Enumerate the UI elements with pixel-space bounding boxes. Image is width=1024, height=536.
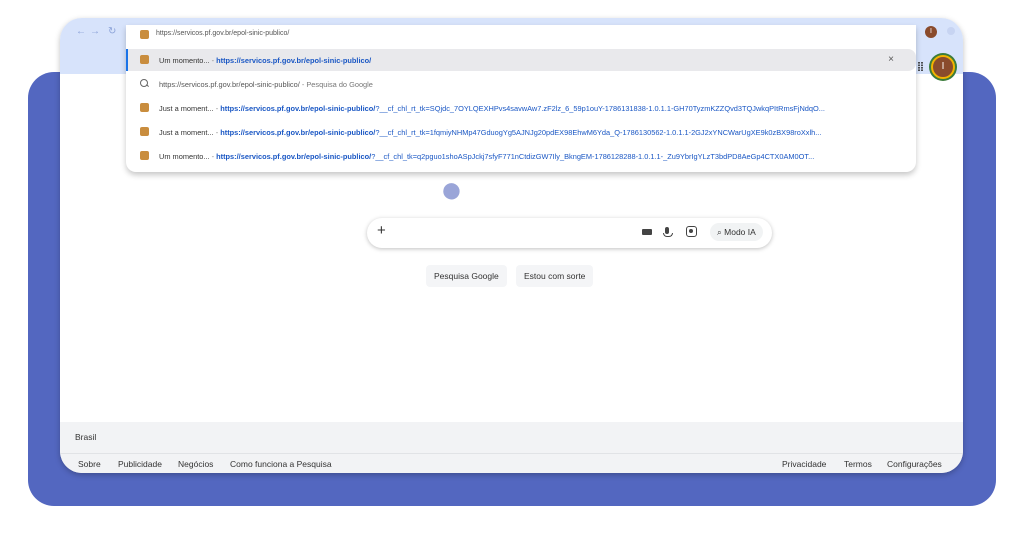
lucky-button[interactable]: Estou com sorte [516, 265, 594, 287]
profile-avatar[interactable]: I [931, 55, 955, 79]
ai-mode-label: Modo IA [724, 227, 756, 237]
remove-suggestion-icon[interactable]: × [888, 54, 894, 65]
back-icon[interactable]: ← [76, 26, 86, 37]
google-search-button[interactable]: Pesquisa Google [426, 265, 507, 287]
logo-fragment: ● [440, 169, 483, 211]
footer-link-advertising[interactable]: Publicidade [118, 459, 162, 469]
suggestion-source: Pesquisa do Google [306, 80, 373, 89]
reload-icon[interactable]: ↻ [108, 26, 116, 37]
window-control-icon[interactable] [947, 27, 955, 35]
suggestion-title: Um momento... [159, 56, 210, 65]
suggestion-separator: - [211, 152, 215, 161]
search-icon [140, 79, 148, 87]
apps-grid-icon[interactable]: ⁞⁞ [917, 60, 924, 74]
footer-link-settings[interactable]: Configurações [887, 459, 942, 469]
site-favicon-icon [140, 127, 149, 136]
suggestion-title: Just a moment... [159, 104, 214, 113]
suggestion-url: https://servicos.pf.gov.br/epol-sinic-pu… [216, 152, 372, 161]
mic-icon[interactable] [663, 227, 673, 237]
suggestion-separator: - [215, 128, 219, 137]
suggestion-separator: - [215, 104, 219, 113]
suggestion-url: https://servicos.pf.gov.br/epol-sinic-pu… [220, 104, 376, 113]
sparkle-search-icon: ⌕ [717, 227, 722, 237]
profile-avatar-small[interactable]: I [925, 26, 937, 38]
suggestion-row[interactable]: Just a moment... - https://servicos.pf.g… [126, 121, 916, 143]
suggestion-query: ?__cf_chl_tk=q2pguo1shoASpJckj7sfyF771nC… [371, 152, 815, 161]
suggestion-separator: - [211, 56, 215, 65]
site-favicon-icon [140, 30, 149, 39]
footer-link-terms[interactable]: Termos [844, 459, 872, 469]
site-favicon-icon [140, 55, 149, 64]
omnibox-dropdown: https://servicos.pf.gov.br/epol-sinic-pu… [126, 25, 916, 172]
footer-country-bar: Brasil [60, 422, 963, 454]
country-label: Brasil [75, 432, 97, 442]
suggestion-title: Um momento... [159, 152, 210, 161]
suggestion-title: https://servicos.pf.gov.br/epol-sinic-pu… [159, 80, 300, 89]
suggestion-query: ?__cf_chl_rt_tk=1fqmiyNHMp47GduogYg5AJNJ… [375, 128, 822, 137]
ai-mode-button[interactable]: ⌕ Modo IA [710, 223, 763, 241]
footer-link-privacy[interactable]: Privacidade [782, 459, 826, 469]
suggestion-title: Just a moment... [159, 128, 214, 137]
footer-link-about[interactable]: Sobre [78, 459, 101, 469]
suggestion-query: ?__cf_chl_rt_tk=SQjdc_7OYLQEXHPvs4savwAw… [375, 104, 825, 113]
footer-link-how-search-works[interactable]: Como funciona a Pesquisa [230, 459, 332, 469]
lens-icon[interactable] [686, 226, 697, 237]
suggestion-url: https://servicos.pf.gov.br/epol-sinic-pu… [220, 128, 376, 137]
site-favicon-icon [140, 151, 149, 160]
suggestion-separator: - [301, 80, 305, 89]
site-favicon-icon [140, 103, 149, 112]
omnibox[interactable]: https://servicos.pf.gov.br/epol-sinic-pu… [126, 25, 916, 45]
google-logo-peek: ● [440, 169, 483, 212]
suggestion-url: https://servicos.pf.gov.br/epol-sinic-pu… [216, 56, 372, 65]
footer-link-business[interactable]: Negócios [178, 459, 213, 469]
footer-links: Sobre Publicidade Negócios Como funciona… [60, 454, 963, 473]
keyboard-icon[interactable] [642, 229, 652, 235]
suggestion-row[interactable]: Just a moment... - https://servicos.pf.g… [126, 97, 916, 119]
forward-icon[interactable]: → [90, 26, 100, 37]
suggestion-row[interactable]: Um momento... - https://servicos.pf.gov.… [126, 145, 916, 167]
suggestion-row[interactable]: Um momento... - https://servicos.pf.gov.… [126, 49, 916, 71]
omnibox-input[interactable]: https://servicos.pf.gov.br/epol-sinic-pu… [156, 30, 289, 37]
search-box[interactable]: + ⌕ Modo IA [367, 218, 772, 248]
add-icon[interactable]: + [377, 222, 386, 239]
suggestion-row[interactable]: https://servicos.pf.gov.br/epol-sinic-pu… [126, 73, 916, 95]
